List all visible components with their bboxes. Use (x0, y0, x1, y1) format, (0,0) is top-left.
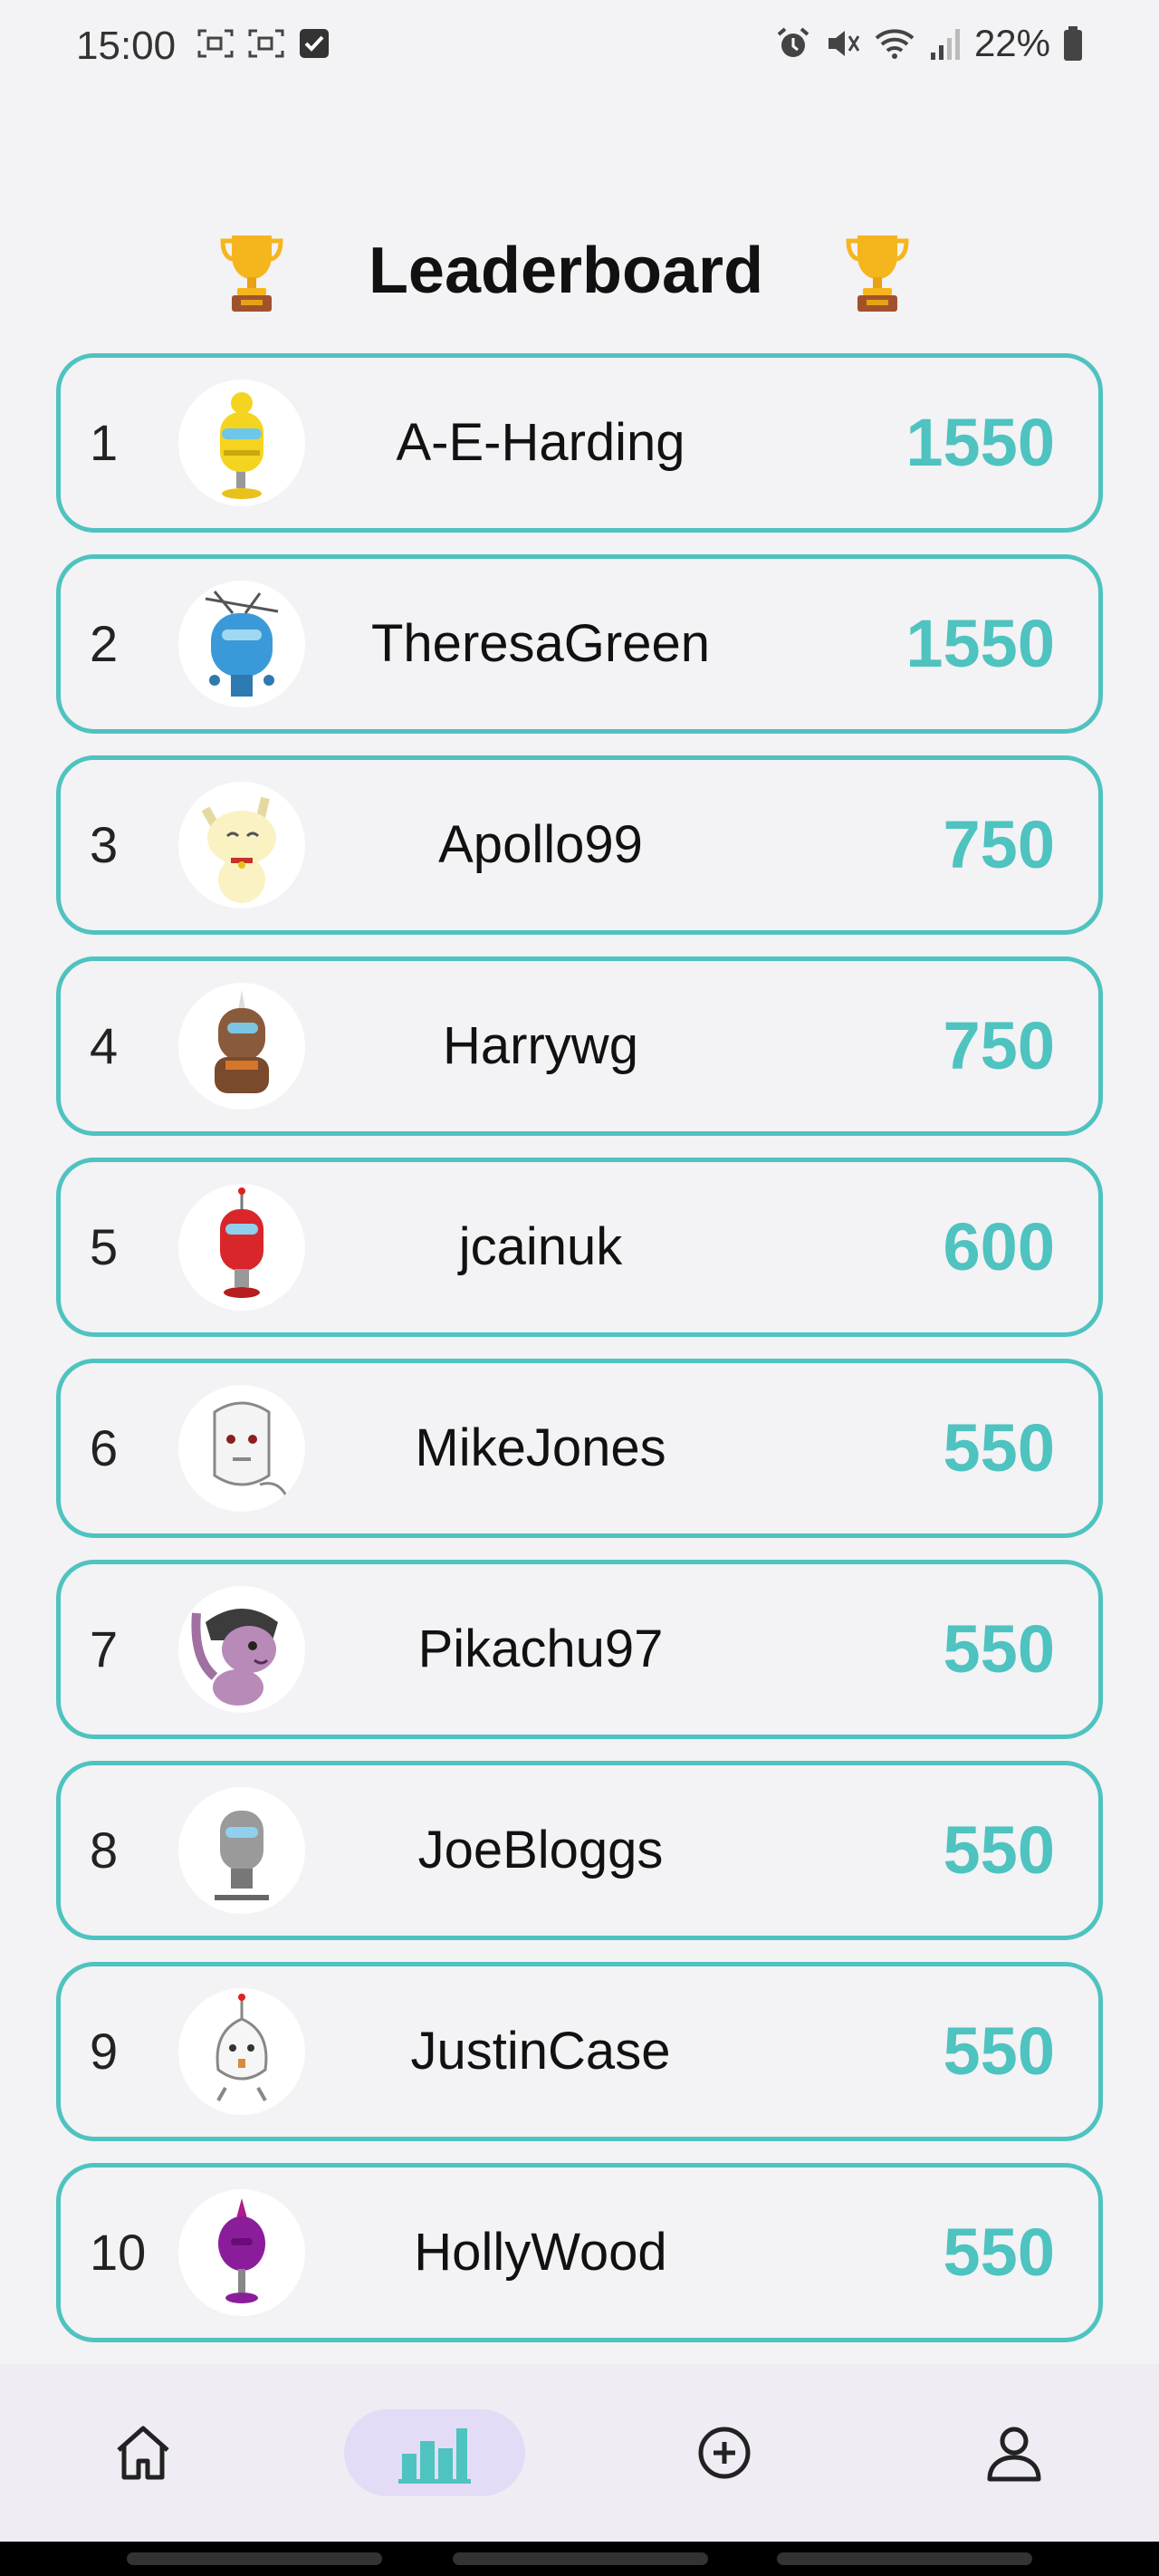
mute-icon (828, 31, 860, 56)
yellow-robot-avatar-icon (220, 392, 263, 499)
gesture-pill (127, 2552, 382, 2565)
score: 550 (943, 1611, 1055, 1687)
leaderboard-icon (398, 2428, 471, 2484)
white-mask-avatar-icon (213, 1401, 289, 1498)
status-time: 15:00 (76, 24, 177, 68)
status-bar: 15:00 22% (0, 0, 1159, 100)
rank-number: 7 (90, 1620, 119, 1677)
score: 1550 (905, 405, 1055, 480)
username: JustinCase (410, 2022, 671, 2081)
score: 550 (943, 2215, 1055, 2290)
rank-number: 8 (90, 1821, 119, 1879)
signal-icon (930, 29, 960, 60)
username: Pikachu97 (417, 1620, 664, 1678)
purple-robot-avatar-icon (218, 2198, 265, 2303)
status-system-icons: 22% (775, 22, 1083, 65)
username: A-E-Harding (396, 413, 685, 472)
profile-icon (987, 2427, 1041, 2482)
leaderboard-row[interactable]: 5 jcainuk 600 (56, 1158, 1103, 1337)
battery-percent: 22% (973, 22, 1050, 64)
score: 550 (943, 2014, 1055, 2089)
wifi-icon (875, 29, 915, 59)
username: JoeBloggs (417, 1821, 664, 1879)
rank-number: 2 (90, 615, 119, 672)
trophy-icon (846, 235, 909, 312)
rank-number: 5 (90, 1218, 119, 1275)
gesture-pill (777, 2552, 1032, 2565)
system-gesture-bar (0, 2542, 1159, 2576)
battery-icon (1064, 26, 1082, 61)
leaderboard-row[interactable]: 3 Apollo99 750 (56, 755, 1103, 935)
username: TheresaGreen (371, 614, 710, 673)
avatar (178, 1988, 305, 2115)
leaderboard-header: Leaderboard (0, 226, 1159, 326)
avatar (178, 1385, 305, 1512)
screenshot-icon (248, 29, 284, 58)
purple-pony-avatar-icon (191, 1609, 278, 1706)
screenshot-icon (197, 29, 234, 58)
page-title: Leaderboard (368, 235, 764, 307)
brown-robot-avatar-icon (215, 990, 269, 1093)
rank-number: 9 (90, 2023, 119, 2080)
avatar (178, 1586, 305, 1713)
nav-leaderboard-button[interactable] (344, 2409, 525, 2496)
username: Apollo99 (438, 815, 643, 874)
status-notification-icons (197, 27, 330, 60)
rank-number: 3 (90, 816, 119, 873)
leaderboard-row[interactable]: 8 JoeBloggs 550 (56, 1761, 1103, 1940)
score: 750 (943, 1008, 1055, 1083)
nav-profile-button[interactable] (924, 2409, 1105, 2496)
leaderboard-row[interactable]: 10 HollyWood 550 (56, 2163, 1103, 2342)
leaderboard-row[interactable]: 6 MikeJones 550 (56, 1359, 1103, 1538)
score: 600 (943, 1209, 1055, 1284)
white-robot-avatar-icon (216, 1994, 268, 2101)
avatar (178, 380, 305, 506)
rank-number: 6 (90, 1419, 119, 1476)
avatar (178, 1787, 305, 1914)
gesture-pill (453, 2552, 708, 2565)
leaderboard-row[interactable]: 9 JustinCase 550 (56, 1962, 1103, 2141)
username: Harrywg (443, 1016, 638, 1075)
checkbox-icon (300, 29, 329, 58)
score: 550 (943, 1410, 1055, 1485)
home-icon (117, 2426, 169, 2480)
score: 1550 (905, 606, 1055, 681)
leaderboard-row[interactable]: 1 A-E-Harding 1550 (56, 353, 1103, 533)
avatar (178, 2189, 305, 2316)
nav-add-button[interactable] (634, 2409, 815, 2496)
score: 550 (943, 1812, 1055, 1888)
grey-robot-avatar-icon (215, 1811, 269, 1900)
score: 750 (943, 807, 1055, 882)
blue-robot-avatar-icon (205, 591, 279, 697)
alarm-icon (777, 27, 809, 57)
nav-home-button[interactable] (53, 2409, 234, 2496)
username: jcainuk (458, 1217, 623, 1276)
avatar (178, 581, 305, 707)
avatar (178, 983, 305, 1110)
red-robot-avatar-icon (220, 1187, 263, 1298)
add-circle-icon (698, 2427, 751, 2479)
rank-number: 4 (90, 1017, 119, 1074)
bottom-navigation (0, 2364, 1159, 2542)
rank-number: 1 (90, 414, 119, 471)
leaderboard-row[interactable]: 4 Harrywg 750 (56, 956, 1103, 1136)
cream-cat-avatar-icon (201, 796, 276, 903)
username: MikeJones (415, 1418, 666, 1477)
leaderboard-row[interactable]: 2 TheresaGreen 1550 (56, 554, 1103, 734)
rank-number: 10 (90, 2224, 147, 2281)
avatar (178, 782, 305, 908)
avatar (178, 1184, 305, 1311)
leaderboard-row[interactable]: 7 Pikachu97 550 (56, 1560, 1103, 1739)
username: HollyWood (414, 2223, 667, 2282)
